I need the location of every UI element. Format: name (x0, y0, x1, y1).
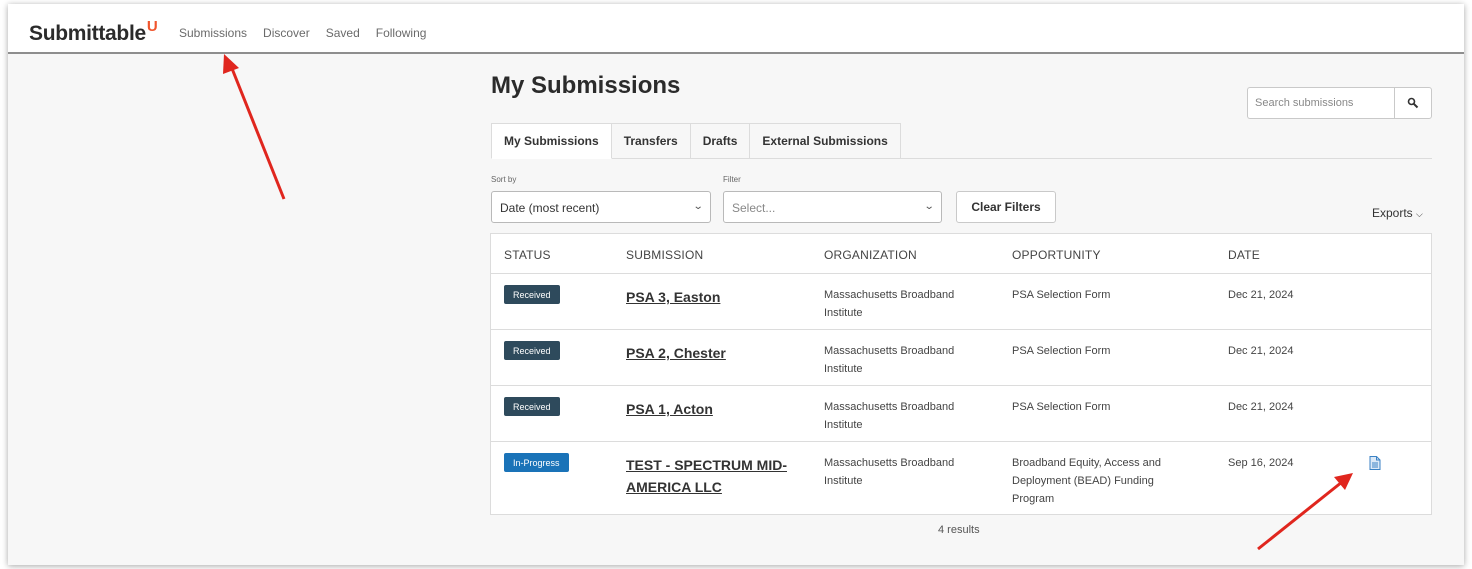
status-badge: In-Progress (504, 453, 569, 472)
organization-cell: Massachusetts Broadband Institute (824, 345, 955, 375)
date-cell: Sep 16, 2024 (1228, 457, 1294, 469)
submission-link[interactable]: PSA 3, Easton (626, 286, 806, 308)
submission-link[interactable]: PSA 2, Chester (626, 342, 806, 364)
filter-label: Filter (723, 175, 741, 184)
logo[interactable]: SubmittableU (29, 18, 158, 46)
opportunity-cell: Broadband Equity, Access and Deployment … (1012, 457, 1162, 505)
exports-dropdown[interactable]: Exports ⌵ (1372, 206, 1423, 220)
submission-link[interactable]: PSA 1, Acton (626, 398, 806, 420)
sort-select[interactable]: Date (most recent) ⌄ (491, 191, 711, 223)
status-badge: Received (504, 341, 560, 360)
tab-external-submissions[interactable]: External Submissions (750, 123, 901, 159)
organization-cell: Massachusetts Broadband Institute (824, 289, 955, 319)
nav-item-submissions[interactable]: Submissions (179, 26, 247, 40)
organization-cell: Massachusetts Broadband Institute (824, 401, 955, 431)
results-count: 4 results (938, 524, 980, 536)
submissions-table: STATUS SUBMISSION ORGANIZATION OPPORTUNI… (490, 233, 1432, 515)
search-bar: Search submissions (1247, 87, 1432, 119)
tab-my-submissions[interactable]: My Submissions (491, 123, 612, 159)
opportunity-cell: PSA Selection Form (1012, 289, 1111, 301)
sort-label: Sort by (491, 175, 517, 184)
status-badge: Received (504, 285, 560, 304)
status-badge: Received (504, 397, 560, 416)
chevron-down-icon: ⌄ (692, 201, 704, 212)
date-cell: Dec 21, 2024 (1228, 289, 1294, 301)
search-icon (1407, 97, 1419, 109)
header-organization: ORGANIZATION (824, 248, 917, 262)
table-row: Received PSA 3, Easton Massachusetts Bro… (491, 273, 1431, 329)
date-cell: Dec 21, 2024 (1228, 401, 1294, 413)
header-status: STATUS (504, 248, 551, 262)
top-navbar: SubmittableU Submissions Discover Saved … (8, 4, 1464, 54)
chevron-down-icon: ⌵ (1416, 209, 1423, 219)
nav-item-saved[interactable]: Saved (326, 26, 360, 40)
table-row: In-Progress TEST - SPECTRUM MID-AMERICA … (491, 441, 1431, 515)
submission-link[interactable]: TEST - SPECTRUM MID-AMERICA LLC (626, 454, 806, 498)
search-input[interactable]: Search submissions (1247, 87, 1394, 119)
date-cell: Dec 21, 2024 (1228, 345, 1294, 357)
logo-mark: U (146, 18, 158, 35)
table-row: Received PSA 2, Chester Massachusetts Br… (491, 329, 1431, 385)
filter-placeholder: Select... (732, 201, 776, 215)
opportunity-cell: PSA Selection Form (1012, 401, 1111, 413)
nav-item-discover[interactable]: Discover (263, 26, 310, 40)
header-date: DATE (1228, 248, 1260, 262)
table-row: Received PSA 1, Acton Massachusetts Broa… (491, 385, 1431, 441)
search-button[interactable] (1394, 87, 1432, 119)
main-nav: Submissions Discover Saved Following (179, 26, 426, 40)
nav-item-following[interactable]: Following (376, 26, 427, 40)
tab-drafts[interactable]: Drafts (690, 123, 751, 159)
header-submission: SUBMISSION (626, 248, 704, 262)
header-opportunity: OPPORTUNITY (1012, 248, 1101, 262)
opportunity-cell: PSA Selection Form (1012, 345, 1111, 357)
organization-cell: Massachusetts Broadband Institute (824, 457, 955, 487)
clear-filters-button[interactable]: Clear Filters (956, 191, 1056, 223)
chevron-down-icon: ⌄ (923, 201, 935, 212)
submission-tabs: My Submissions Transfers Drafts External… (491, 123, 901, 159)
page-title: My Submissions (491, 72, 681, 99)
document-icon[interactable] (1369, 456, 1381, 475)
sort-value: Date (most recent) (500, 201, 600, 215)
filter-select[interactable]: Select... ⌄ (723, 191, 942, 223)
tab-transfers[interactable]: Transfers (611, 123, 691, 159)
